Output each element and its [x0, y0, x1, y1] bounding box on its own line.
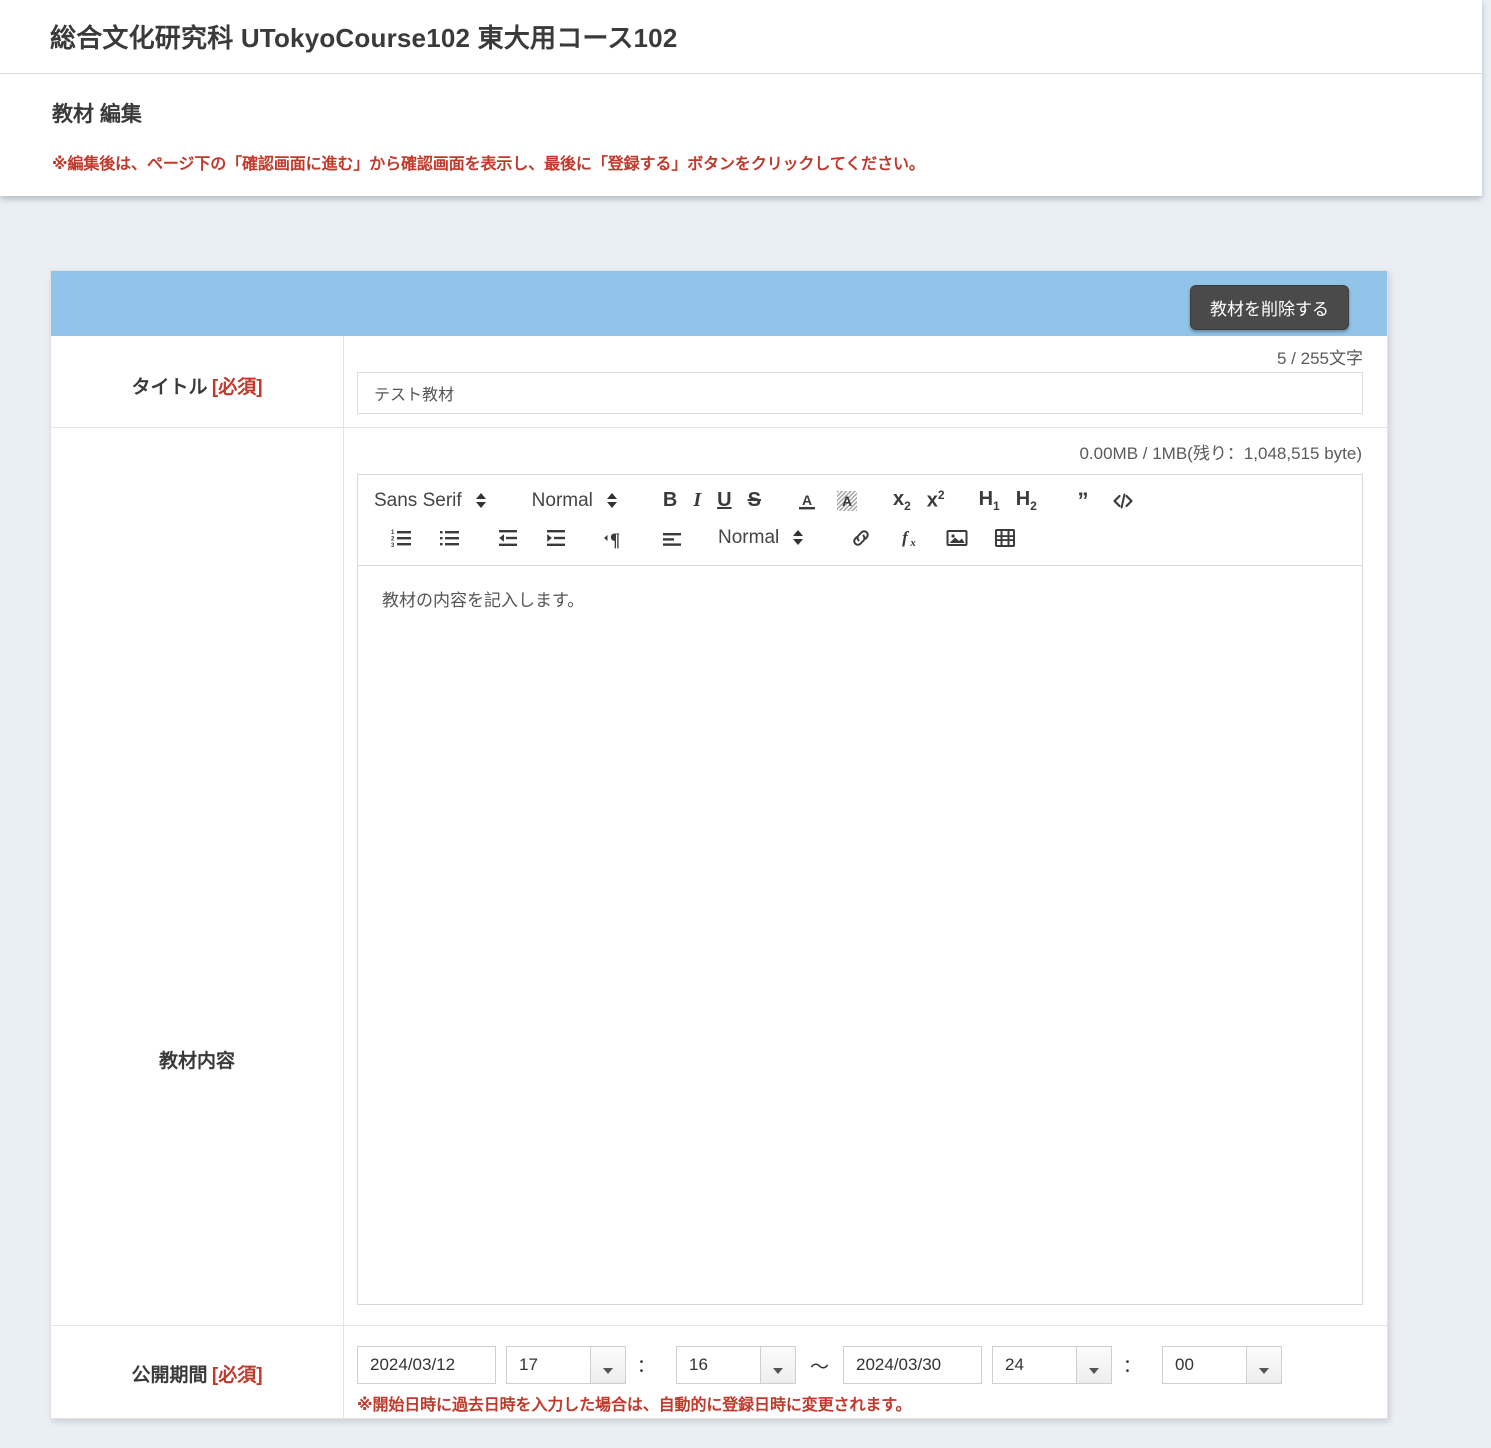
card-header-bar: 教材を削除する	[51, 271, 1387, 336]
svg-text:A: A	[802, 492, 812, 508]
end-hour-stepper	[992, 1346, 1113, 1384]
text-color-icon[interactable]: A	[795, 487, 819, 515]
blockquote-icon[interactable]: ”	[1071, 487, 1095, 515]
indent-icon[interactable]	[544, 524, 568, 552]
heading-2-icon[interactable]: H2	[1016, 487, 1037, 515]
title-label: タイトル	[131, 377, 208, 398]
heading-1-icon[interactable]: H1	[979, 487, 1000, 515]
material-edit-card: 教材を削除する タイトル [必須] 5 / 255文字 教材内容 0.00MB …	[50, 270, 1388, 1419]
title-required-badge: [必須]	[211, 377, 263, 398]
start-hour-dropdown-icon[interactable]	[590, 1346, 626, 1384]
start-minute-input[interactable]	[676, 1346, 760, 1384]
title-label-cell: タイトル [必須]	[51, 336, 344, 427]
block-format-value: Normal	[718, 526, 780, 548]
background-color-icon[interactable]: A	[835, 487, 859, 515]
rich-text-editor: Sans Serif Normal B I U S A A x2 x2 H1 H…	[357, 474, 1363, 1305]
formula-icon[interactable]: f x	[897, 524, 921, 552]
filesize-indicator: 0.00MB / 1MB(残り：1,048,515 byte)	[1079, 444, 1362, 463]
range-separator: 〜	[810, 1356, 830, 1378]
delete-material-button[interactable]: 教材を削除する	[1190, 285, 1349, 330]
editor-content-area[interactable]: 教材の内容を記入します。	[358, 566, 1362, 1304]
edit-notice-text: ※編集後は、ページ下の「確認画面に進む」から確認画面を表示し、最後に「登録する」…	[52, 156, 925, 173]
course-title: 総合文化研究科 UTokyoCourse102 東大用コース102	[50, 23, 678, 53]
end-hour-input[interactable]	[992, 1346, 1077, 1384]
font-size-select[interactable]: Normal	[532, 490, 617, 512]
content-label-cell: 教材内容	[51, 428, 344, 1325]
editor-paragraph: 教材の内容を記入します。	[382, 591, 585, 610]
period-field-cell: ： 〜 ： ※開始日時に過去日時を入力した場合は、自動的に登録日時に変更されます…	[344, 1326, 1387, 1418]
bullet-list-icon[interactable]	[438, 524, 462, 552]
toolbar-row-1: Sans Serif Normal B I U S A A x2 x2 H1 H…	[374, 482, 1346, 519]
font-size-value: Normal	[531, 489, 593, 511]
editor-toolbar: Sans Serif Normal B I U S A A x2 x2 H1 H…	[358, 475, 1362, 566]
link-icon[interactable]	[849, 524, 873, 552]
svg-text:x: x	[909, 537, 916, 549]
content-label: 教材内容	[158, 1051, 235, 1072]
content-field-cell: 0.00MB / 1MB(残り：1,048,515 byte) Sans Ser…	[344, 428, 1387, 1325]
chevron-updown-icon	[793, 530, 804, 545]
svg-text:”: ”	[1077, 489, 1088, 513]
course-title-row: 総合文化研究科 UTokyoCourse102 東大用コース102	[0, 0, 1482, 74]
video-icon[interactable]	[993, 524, 1017, 552]
chevron-updown-icon	[475, 493, 486, 508]
start-date-input[interactable]	[357, 1346, 496, 1384]
bold-icon[interactable]: B	[663, 487, 677, 515]
end-date-input[interactable]	[843, 1346, 983, 1384]
end-hour-dropdown-icon[interactable]	[1076, 1346, 1113, 1384]
superscript-icon[interactable]: x2	[927, 487, 945, 515]
svg-text:A: A	[842, 493, 852, 509]
title-row: タイトル [必須] 5 / 255文字	[51, 336, 1387, 428]
ordered-list-icon[interactable]: 1 2 3	[390, 524, 414, 552]
start-minute-stepper	[676, 1346, 796, 1384]
start-hour-stepper	[506, 1346, 626, 1384]
strikethrough-icon[interactable]: S	[748, 487, 761, 515]
page-subheader: 教材 編集 ※編集後は、ページ下の「確認画面に進む」から確認画面を表示し、最後に…	[0, 74, 1482, 196]
svg-text:f: f	[902, 528, 910, 547]
period-inputs: ： 〜 ：	[357, 1326, 1363, 1384]
period-label-cell: 公開期間 [必須]	[51, 1326, 344, 1418]
period-warning-text: ※開始日時に過去日時を入力した場合は、自動的に登録日時に変更されます。	[357, 1397, 912, 1414]
image-icon[interactable]	[945, 524, 969, 552]
title-char-counter: 5 / 255文字	[1277, 349, 1363, 368]
text-direction-icon[interactable]: ¶	[602, 524, 626, 552]
start-minute-dropdown-icon[interactable]	[760, 1346, 796, 1384]
end-minute-input[interactable]	[1162, 1346, 1247, 1384]
subscript-icon[interactable]: x2	[893, 487, 911, 515]
period-label: 公開期間	[131, 1365, 208, 1386]
font-family-select[interactable]: Sans Serif	[374, 490, 486, 512]
chevron-updown-icon	[606, 493, 617, 508]
align-icon[interactable]	[660, 524, 684, 552]
publish-period-row: 公開期間 [必須] ： 〜 ：	[51, 1326, 1387, 1418]
svg-text:1: 1	[391, 530, 395, 536]
svg-text:3: 3	[391, 543, 395, 549]
end-time-colon: ：	[1123, 1356, 1142, 1376]
start-time-colon: ：	[637, 1356, 655, 1376]
svg-text:2: 2	[391, 536, 395, 542]
end-minute-stepper	[1162, 1346, 1283, 1384]
period-required-badge: [必須]	[211, 1365, 263, 1386]
page-title: 教材 編集	[52, 103, 142, 126]
title-input[interactable]	[357, 372, 1363, 414]
page-header-panel: 総合文化研究科 UTokyoCourse102 東大用コース102 教材 編集 …	[0, 0, 1482, 196]
content-row: 教材内容 0.00MB / 1MB(残り：1,048,515 byte) San…	[51, 428, 1387, 1326]
toolbar-row-2: 1 2 3 ¶ Normal f x	[374, 519, 1346, 556]
code-block-icon[interactable]	[1111, 487, 1135, 515]
font-family-value: Sans Serif	[374, 489, 462, 511]
svg-text:¶: ¶	[610, 530, 620, 550]
end-minute-dropdown-icon[interactable]	[1246, 1346, 1283, 1384]
underline-icon[interactable]: U	[717, 487, 731, 515]
outdent-icon[interactable]	[496, 524, 520, 552]
italic-icon[interactable]: I	[693, 487, 701, 515]
title-field-cell: 5 / 255文字	[344, 336, 1387, 427]
start-hour-input[interactable]	[506, 1346, 590, 1384]
block-format-select[interactable]: Normal	[718, 526, 804, 549]
